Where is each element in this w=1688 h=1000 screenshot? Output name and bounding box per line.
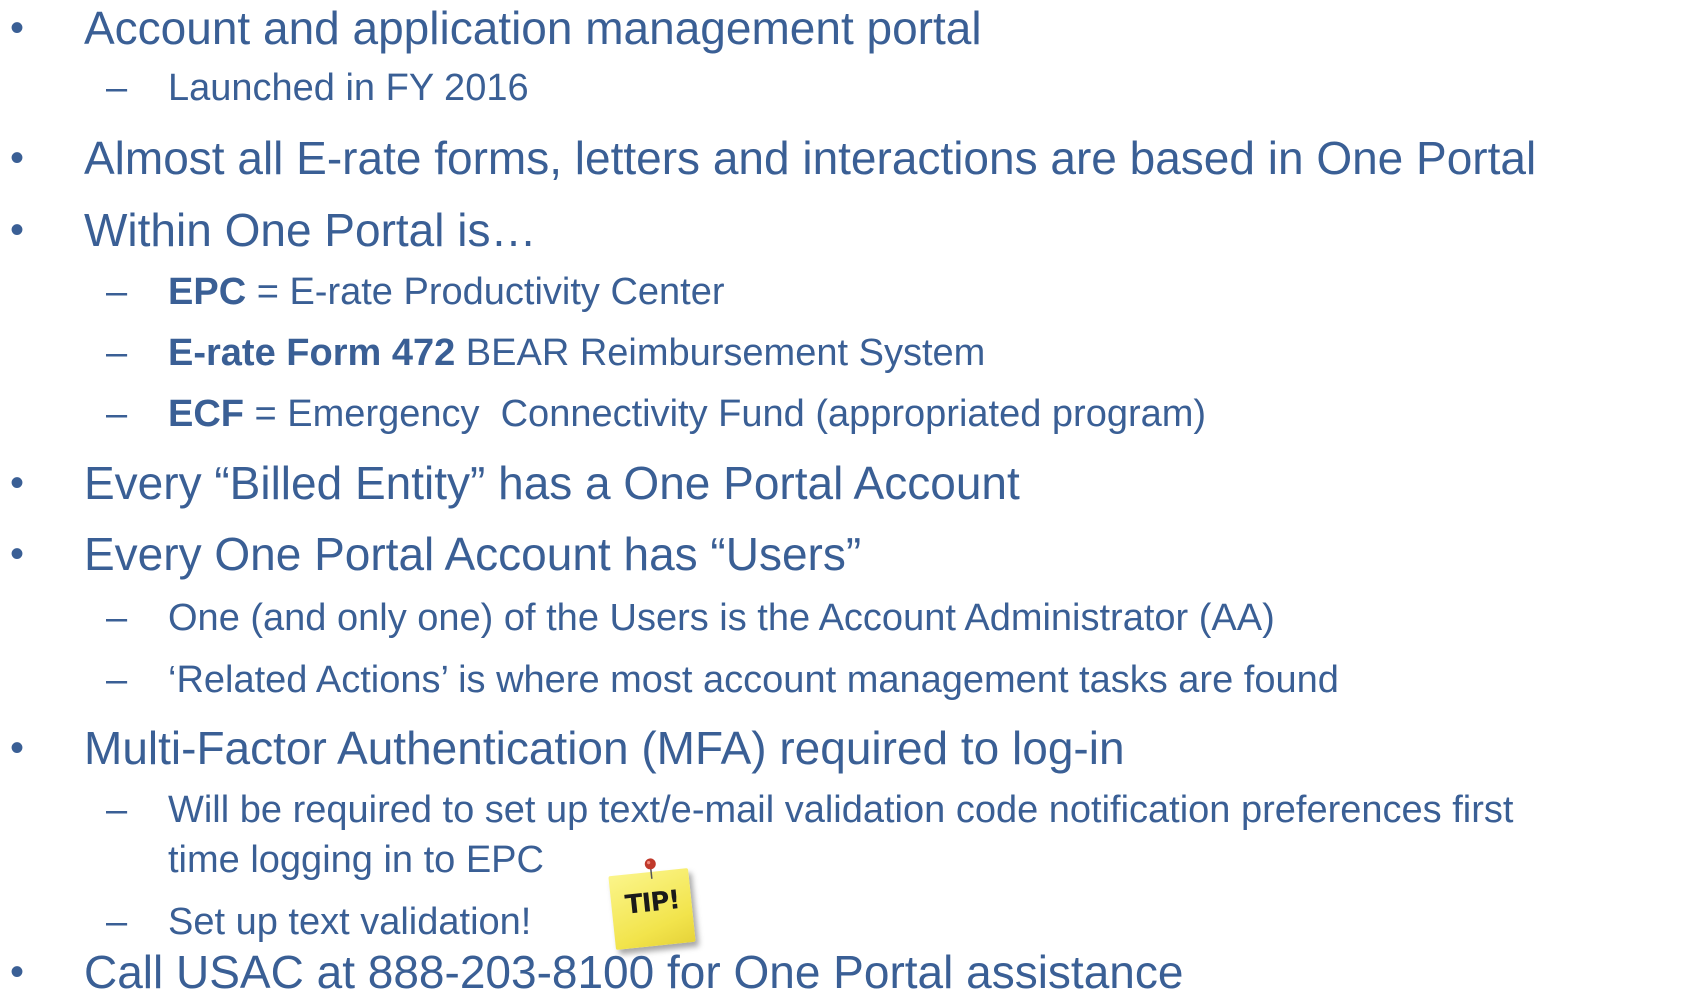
bullet-dot: •	[10, 950, 25, 994]
sub-epc-desc: = E-rate Productivity Center	[246, 271, 725, 313]
sub-ecf-term: ECF	[168, 393, 244, 435]
bullet-dot: •	[10, 208, 25, 252]
dash-marker: –	[106, 271, 128, 313]
dash-marker: –	[106, 901, 128, 943]
dash-marker: –	[106, 332, 128, 374]
dash-marker: –	[106, 67, 128, 109]
bullet-within-portal: Within One Portal is…	[84, 204, 537, 256]
bullet-dot: •	[10, 461, 25, 505]
bullet-dot: •	[10, 6, 25, 50]
sub-form472: E-rate Form 472 BEAR Reimbursement Syste…	[168, 329, 985, 377]
dash-marker: –	[106, 597, 128, 639]
sticky-note-icon: TIP!	[608, 858, 696, 950]
dash-marker: –	[106, 659, 128, 701]
sub-ecf-desc: = Emergency Connectivity Fund (appropria…	[244, 393, 1207, 435]
bullet-dot: •	[10, 532, 25, 576]
push-pin-icon	[644, 858, 656, 879]
bullet-account-portal: Account and application management porta…	[84, 2, 982, 54]
sub-text-validation: Set up text validation!	[168, 901, 532, 943]
bullet-users: Every One Portal Account has “Users”	[84, 528, 862, 580]
tip-label: TIP!	[623, 885, 681, 921]
bullet-dot: •	[10, 136, 25, 180]
sub-launched: Launched in FY 2016	[168, 67, 529, 109]
sub-validation-line2: time logging in to EPC	[168, 839, 544, 881]
bullet-billed-entity: Every “Billed Entity” has a One Portal A…	[84, 457, 1020, 509]
sub-account-admin: One (and only one) of the Users is the A…	[168, 597, 1275, 639]
bullet-dot: •	[10, 726, 25, 770]
dash-marker: –	[106, 393, 128, 435]
sub-form472-term: E-rate Form 472	[168, 332, 456, 374]
bullet-forms-based: Almost all E-rate forms, letters and int…	[84, 132, 1537, 184]
sub-related-actions: ‘Related Actions’ is where most account …	[168, 659, 1339, 701]
bullet-call-usac: Call USAC at 888-203-8100 for One Portal…	[84, 946, 1184, 998]
sub-ecf: ECF = Emergency Connectivity Fund (appro…	[168, 390, 1206, 438]
sub-epc-term: EPC	[168, 271, 247, 313]
dash-marker: –	[106, 789, 128, 831]
sub-form472-desc: BEAR Reimbursement System	[455, 332, 986, 374]
sub-validation-line1: Will be required to set up text/e-mail v…	[168, 789, 1514, 831]
bullet-mfa: Multi-Factor Authentication (MFA) requir…	[84, 722, 1125, 774]
sub-epc: EPC = E-rate Productivity Center	[168, 268, 725, 316]
